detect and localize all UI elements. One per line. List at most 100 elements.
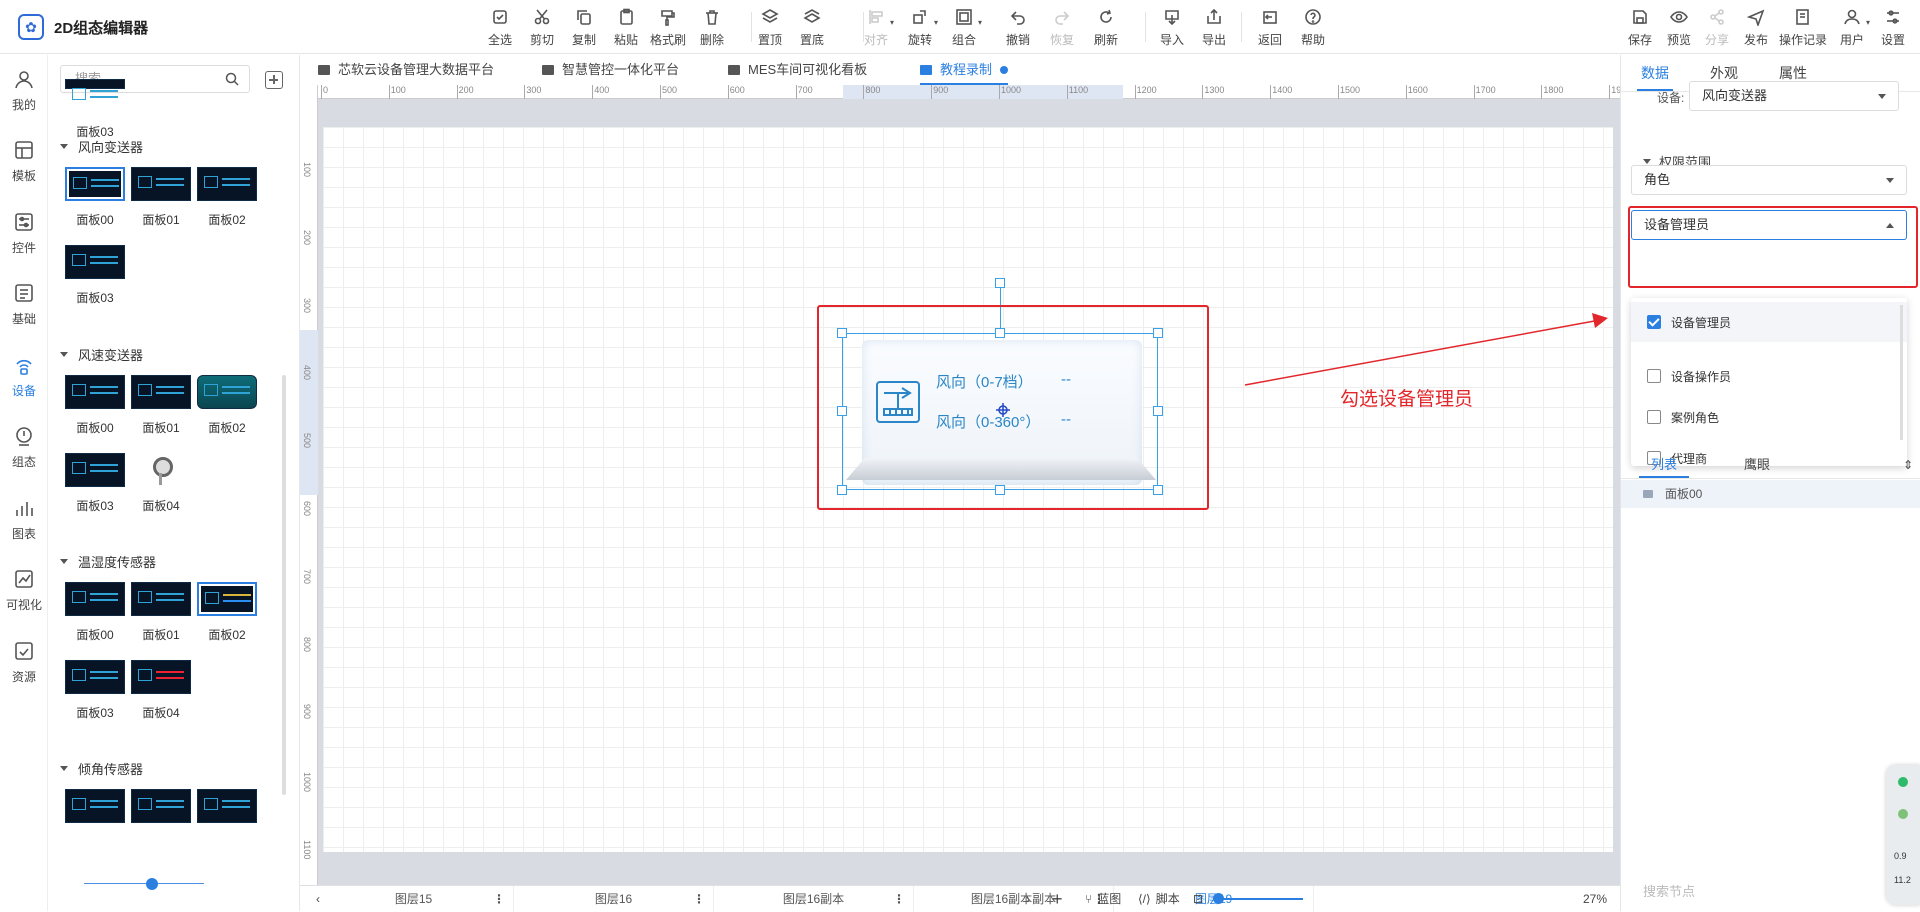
toolbar-preview-button[interactable]: 预览 — [1659, 6, 1699, 50]
toolbar-settings-button[interactable]: 设置 — [1873, 6, 1913, 50]
checkbox-checked-icon[interactable] — [1647, 315, 1661, 329]
more-options-icon[interactable]: ⋮ — [693, 886, 705, 912]
toolbar-paste-button[interactable]: 粘贴 — [606, 6, 646, 50]
search-icon[interactable] — [225, 72, 239, 86]
panel-thumbnail[interactable] — [131, 375, 191, 409]
thumb-size-slider[interactable] — [84, 883, 204, 884]
chevron-right-icon[interactable]: › — [1026, 886, 1030, 912]
toolbar-import-button[interactable]: 导入 — [1152, 6, 1192, 50]
dropdown-scrollbar[interactable] — [1900, 305, 1903, 440]
toolbar-undo-button[interactable]: 撤销 — [998, 6, 1038, 50]
nav-item-template[interactable]: 模板 — [0, 134, 48, 190]
config-icon — [13, 425, 35, 450]
panel-tab[interactable]: 数据 — [1637, 55, 1673, 91]
search-node-input[interactable]: 搜索节点 — [1643, 881, 1695, 900]
panel-thumbnail[interactable] — [131, 660, 191, 694]
document-tab[interactable]: 智慧管控一体化平台 — [542, 55, 679, 85]
panel-thumbnail[interactable] — [131, 789, 191, 823]
floating-status-widget[interactable]: 0.9 11.2 — [1886, 765, 1920, 905]
panel-thumbnail[interactable] — [131, 453, 191, 487]
panel-thumbnail[interactable] — [197, 375, 257, 409]
role-option[interactable]: 案例角色 — [1631, 397, 1907, 437]
toolbar-publish-button[interactable]: 发布 — [1736, 6, 1776, 50]
palette-group-header[interactable]: 风速变送器 — [60, 345, 143, 364]
toolbar-group-button[interactable]: 组合 ▾ — [944, 6, 984, 50]
toolbar-user-button[interactable]: 用户 ▾ — [1832, 6, 1872, 50]
panel-label: 面板00 — [76, 628, 114, 642]
script-button[interactable]: ⟨/⟩ 脚本 — [1138, 886, 1180, 912]
document-tab[interactable]: 教程录制 — [920, 55, 1009, 85]
document-tab[interactable]: 芯软云设备管理大数据平台 — [318, 55, 494, 85]
panel-thumbnail[interactable] — [65, 789, 125, 823]
copy-icon — [573, 6, 595, 28]
panel-thumbnail[interactable] — [65, 245, 125, 279]
palette-group-header[interactable]: 倾角传感器 — [60, 759, 143, 778]
zoom-slider-knob[interactable] — [1213, 893, 1224, 904]
tree-tab[interactable]: 列表 — [1638, 452, 1690, 478]
toolbar-history-button[interactable]: 操作记录 — [1779, 6, 1827, 50]
layer-tab[interactable]: 图层16副本 ⋮ — [714, 886, 914, 912]
nav-item-visualization[interactable]: 可视化 — [0, 563, 48, 619]
checkbox-icon[interactable] — [1647, 410, 1661, 424]
toolbar-save-button[interactable]: 保存 — [1620, 6, 1660, 50]
add-icon[interactable] — [265, 71, 283, 89]
dropdown-caret-icon: ▾ — [977, 18, 982, 27]
image-icon — [318, 65, 330, 75]
fit-screen-icon[interactable]: ⊡ — [1193, 886, 1203, 912]
zoom-slider[interactable] — [1213, 898, 1303, 900]
panel-thumbnail[interactable] — [65, 582, 125, 616]
tree-node[interactable]: 面板00 — [1621, 480, 1920, 508]
palette-scrollbar[interactable] — [282, 375, 286, 795]
rotate-handle[interactable] — [995, 278, 1005, 288]
toolbar-copy-button[interactable]: 复制 — [564, 6, 604, 50]
toolbar-trash-button[interactable]: 删除 — [692, 6, 732, 50]
toolbar-send-to-back-button[interactable]: 置底 — [792, 6, 832, 50]
toolbar-rotate-button[interactable]: 旋转 ▾ — [900, 6, 940, 50]
toolbar-bring-to-front-button[interactable]: 置顶 — [750, 6, 790, 50]
nav-item-config[interactable]: 组态 — [0, 420, 48, 476]
layer-tab[interactable]: 图层16副本副本 ⋮ — [914, 886, 1114, 912]
toolbar-export-button[interactable]: 导出 — [1194, 6, 1234, 50]
role-option[interactable]: 设备操作员 — [1631, 356, 1907, 396]
palette-group-header[interactable]: 温湿度传感器 — [60, 552, 156, 571]
layer-tab[interactable]: 图层15 ⋮ — [314, 886, 514, 912]
more-options-icon[interactable]: ⋮ — [893, 886, 905, 912]
role-option[interactable]: 设备管理员 — [1631, 302, 1907, 342]
panel-thumbnail[interactable] — [131, 167, 191, 201]
toolbar-format-brush-button[interactable]: 格式刷 — [648, 6, 688, 50]
panel-thumbnail[interactable] — [65, 375, 125, 409]
toolbar-refresh-button[interactable]: 刷新 — [1086, 6, 1126, 50]
panel-thumbnail[interactable] — [65, 79, 125, 100]
thumb-size-slider-knob[interactable] — [146, 878, 158, 890]
toolbar-select-all-button[interactable]: 全选 — [480, 6, 520, 50]
nav-item-user-circle[interactable]: 我的 — [0, 62, 48, 118]
panel-thumbnail[interactable] — [197, 167, 257, 201]
panel-thumbnail[interactable] — [197, 582, 257, 616]
tree-tab[interactable]: 鹰眼 — [1744, 452, 1770, 478]
nav-item-device[interactable]: 设备 — [0, 348, 48, 404]
more-options-icon[interactable]: ⋮ — [493, 886, 505, 912]
nav-item-chart[interactable]: 图表 — [0, 491, 48, 547]
role-type-select[interactable]: 角色 — [1631, 165, 1907, 195]
ruler-tick-label: 1000 — [998, 85, 1022, 99]
add-layer-icon[interactable]: + — [1052, 886, 1063, 912]
panel-thumbnail[interactable] — [65, 660, 125, 694]
panel-thumbnail[interactable] — [65, 167, 125, 201]
sort-toggle-icon[interactable]: ⇕ — [1903, 452, 1913, 478]
nav-item-resource[interactable]: 资源 — [0, 634, 48, 690]
checkbox-icon[interactable] — [1647, 369, 1661, 383]
panel-thumbnail[interactable] — [131, 582, 191, 616]
panel-thumbnail[interactable] — [65, 453, 125, 487]
toolbar-scissors-button[interactable]: 剪切 — [522, 6, 562, 50]
panel-thumbnail[interactable] — [197, 789, 257, 823]
layer-tab[interactable]: 图层16 ⋮ — [514, 886, 714, 912]
select-all-icon — [489, 6, 511, 28]
palette-group-header[interactable]: 风向变送器 — [60, 137, 143, 156]
toolbar-help-button[interactable]: 帮助 — [1293, 6, 1333, 50]
blueprint-button[interactable]: ⑂ 蓝图 — [1085, 886, 1121, 912]
document-tab[interactable]: MES车间可视化看板 — [728, 55, 867, 85]
toolbar-back-button[interactable]: 返回 — [1250, 6, 1290, 50]
nav-item-basic[interactable]: 基础 — [0, 277, 48, 333]
nav-item-controls[interactable]: 控件 — [0, 205, 48, 261]
device-select[interactable]: 风向变送器 — [1689, 81, 1899, 111]
